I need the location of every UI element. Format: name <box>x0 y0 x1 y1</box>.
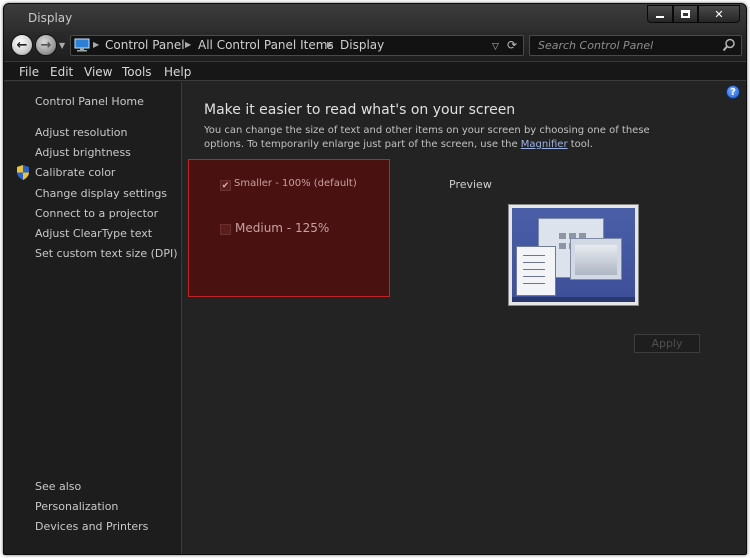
sidebar: Control Panel Home Adjust resolution Adj… <box>4 82 182 554</box>
help-icon[interactable]: ? <box>726 85 740 99</box>
adjust-resolution-link[interactable]: Adjust resolution <box>35 126 128 139</box>
page-description: You can change the size of text and othe… <box>204 124 684 152</box>
navigation-bar: ← → ▼ ▶ Control Panel ▶ All Control Pane… <box>4 31 746 61</box>
devices-printers-link[interactable]: Devices and Printers <box>35 520 148 533</box>
address-dropdown-icon[interactable]: ▽ <box>492 42 499 52</box>
adjust-brightness-link[interactable]: Adjust brightness <box>35 146 131 159</box>
minimize-button[interactable] <box>647 5 673 23</box>
preview-window-icon <box>570 238 622 280</box>
medium-option-radio[interactable] <box>220 224 231 235</box>
custom-text-size-link[interactable]: Set custom text size (DPI) <box>35 247 178 260</box>
forward-arrow-icon: → <box>40 37 52 53</box>
apply-button[interactable]: Apply <box>634 334 700 353</box>
connect-projector-link[interactable]: Connect to a projector <box>35 207 158 220</box>
smaller-option-label[interactable]: Smaller - 100% (default) <box>234 178 357 189</box>
breadcrumb-separator-icon[interactable]: ▶ <box>327 40 333 49</box>
breadcrumb-display[interactable]: Display <box>340 38 384 52</box>
preview-tile <box>559 233 566 239</box>
back-arrow-icon: ← <box>16 37 28 53</box>
forward-button[interactable]: → <box>35 34 57 56</box>
text-size-options: ✔ Smaller - 100% (default) Medium - 125% <box>188 159 390 297</box>
adjust-cleartype-link[interactable]: Adjust ClearType text <box>35 227 152 240</box>
menu-help[interactable]: Help <box>164 65 191 79</box>
breadcrumb-separator-icon[interactable]: ▶ <box>93 40 99 49</box>
preview-line <box>523 276 545 277</box>
menu-file[interactable]: File <box>19 65 39 79</box>
preview-taskbar <box>512 297 635 302</box>
maximize-button[interactable] <box>673 5 698 23</box>
page-heading: Make it easier to read what's on your sc… <box>204 102 516 118</box>
breadcrumb-separator-icon[interactable]: ▶ <box>185 40 191 49</box>
main-content: ? Make it easier to read what's on your … <box>183 82 746 554</box>
preview-line <box>523 283 545 284</box>
maximize-icon <box>681 10 690 18</box>
minimize-icon <box>656 16 664 18</box>
preview-window-icon <box>516 246 556 296</box>
shield-icon <box>17 165 29 180</box>
close-button[interactable]: ✕ <box>698 5 740 23</box>
address-tools: ▽ ⟳ <box>492 38 517 52</box>
preview-line <box>523 255 545 256</box>
address-bar[interactable]: ▶ Control Panel ▶ All Control Panel Item… <box>70 35 524 56</box>
preview-image <box>508 204 639 306</box>
preview-label: Preview <box>449 178 492 191</box>
smaller-option-radio[interactable]: ✔ <box>220 180 231 191</box>
preview-screen <box>512 208 635 302</box>
see-also-heading: See also <box>35 480 82 493</box>
breadcrumb-control-panel[interactable]: Control Panel <box>105 38 185 52</box>
calibrate-color-link[interactable]: Calibrate color <box>35 166 115 179</box>
checkmark-icon: ✔ <box>221 180 230 191</box>
control-panel-icon <box>74 38 90 52</box>
preview-line <box>523 262 545 263</box>
display-window: Display ✕ ← → ▼ ▶ Control Panel ▶ All Co… <box>3 3 747 555</box>
magnifier-link[interactable]: Magnifier <box>521 139 568 150</box>
preview-line <box>523 269 545 270</box>
preview-tile <box>559 243 566 249</box>
back-button[interactable]: ← <box>11 34 33 56</box>
description-text-end: tool. <box>567 139 593 150</box>
breadcrumb-all-items[interactable]: All Control Panel Items <box>198 38 334 52</box>
control-panel-home-link[interactable]: Control Panel Home <box>35 95 144 108</box>
search-box[interactable]: Search Control Panel <box>529 35 742 56</box>
close-icon: ✕ <box>714 7 724 21</box>
search-icon[interactable] <box>722 38 736 52</box>
window-title: Display <box>28 11 73 25</box>
menu-tools[interactable]: Tools <box>122 65 152 79</box>
preview-window-content <box>575 245 617 275</box>
change-display-settings-link[interactable]: Change display settings <box>35 187 167 200</box>
menu-edit[interactable]: Edit <box>50 65 73 79</box>
title-bar[interactable]: Display ✕ <box>4 4 746 31</box>
medium-option-label[interactable]: Medium - 125% <box>235 221 329 235</box>
menu-bar: File Edit View Tools Help <box>4 61 746 81</box>
window-controls: ✕ <box>647 5 740 23</box>
recent-pages-dropdown[interactable]: ▼ <box>59 41 65 50</box>
menu-view[interactable]: View <box>84 65 112 79</box>
personalization-link[interactable]: Personalization <box>35 500 118 513</box>
search-placeholder: Search Control Panel <box>538 39 654 52</box>
refresh-icon[interactable]: ⟳ <box>507 38 517 52</box>
